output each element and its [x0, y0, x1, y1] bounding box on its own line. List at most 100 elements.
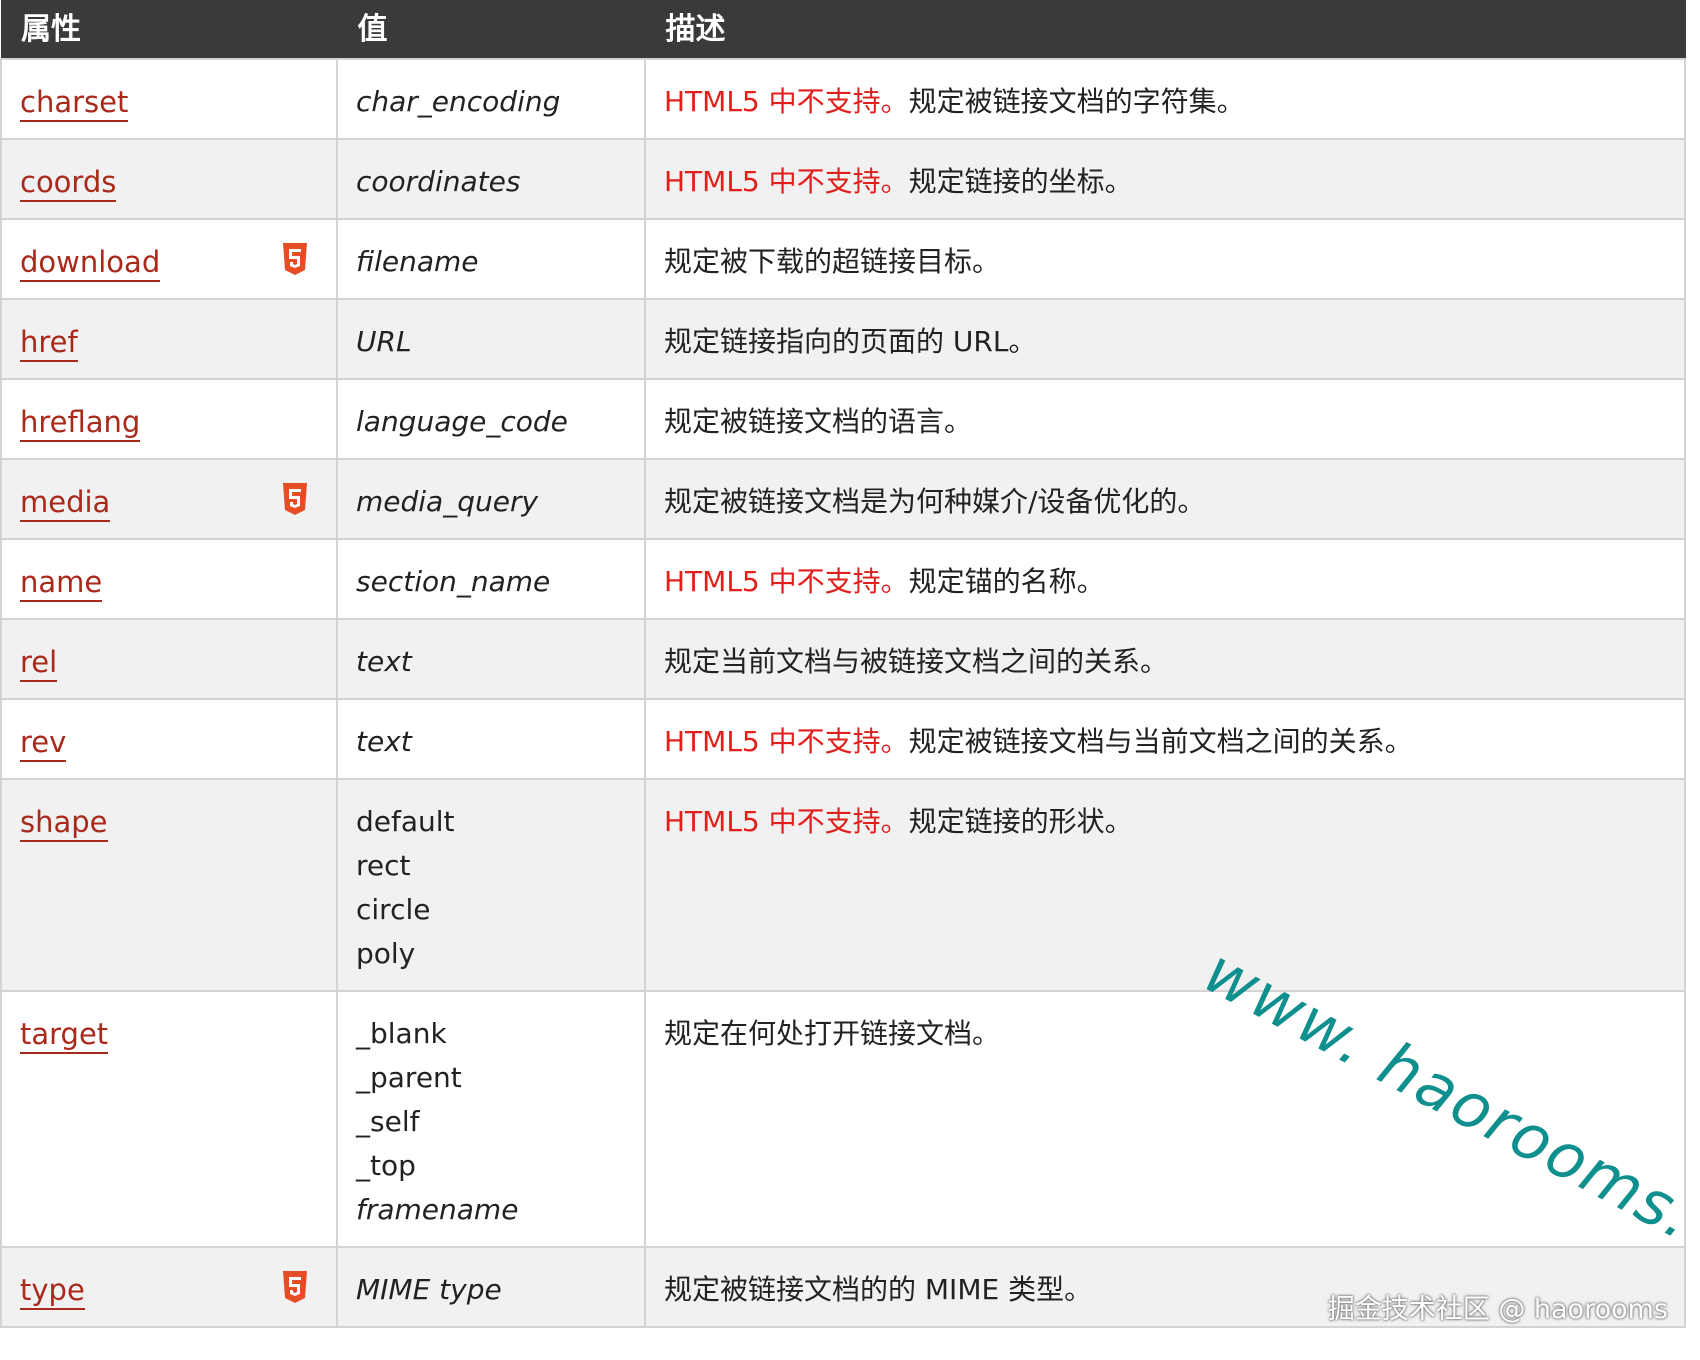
value-text: filename	[356, 245, 479, 278]
attribute-cell: href	[0, 298, 338, 380]
attribute-link-href[interactable]: href	[20, 325, 78, 362]
attribute-cell: rev	[0, 698, 338, 780]
attribute-link-type[interactable]: type	[20, 1273, 85, 1310]
value-text: char_encoding	[356, 85, 561, 118]
attribute-link-coords[interactable]: coords	[20, 165, 117, 202]
header-attribute: 属性	[1, 0, 338, 59]
attribute-cell: download	[0, 218, 338, 300]
attribute-link-rev[interactable]: rev	[20, 725, 67, 762]
value-cell: language_code	[336, 378, 646, 460]
description-cell: 规定链接指向的页面的 URL。	[644, 298, 1686, 380]
unsupported-note: HTML5 中不支持。	[664, 805, 909, 838]
table-row: shape default rect circle poly HTML5 中不支持。规定链…	[0, 778, 1686, 992]
attribute-cell: target	[0, 990, 338, 1248]
attribute-cell: rel	[0, 618, 338, 700]
attribute-cell: charset	[0, 58, 338, 140]
description-text: 规定被下载的超链接目标。	[664, 245, 1001, 278]
description-text: 规定锚的名称。	[908, 565, 1105, 598]
value-cell: filename	[336, 218, 646, 300]
attribute-cell: media	[0, 458, 338, 540]
header-value: 值	[337, 0, 646, 59]
value-list-item: _self	[356, 1105, 420, 1138]
value-text: text	[356, 725, 412, 758]
description-cell: HTML5 中不支持。规定锚的名称。	[644, 538, 1686, 620]
value-list-item: poly	[356, 937, 416, 970]
value-list-item: _parent	[356, 1061, 462, 1094]
html5-icon	[283, 483, 307, 515]
description-text: 规定当前文档与被链接文档之间的关系。	[664, 645, 1169, 678]
unsupported-note: HTML5 中不支持。	[664, 85, 909, 118]
description-text: 规定链接的坐标。	[908, 165, 1133, 198]
value-list: _blank _parent _self _top framename	[356, 1012, 644, 1232]
value-list-item: _blank	[356, 1017, 447, 1050]
description-text: 规定被链接文档的字符集。	[908, 85, 1245, 118]
value-cell: URL	[336, 298, 646, 380]
attribute-cell: type	[0, 1246, 338, 1328]
attribute-link-target[interactable]: target	[20, 1017, 109, 1054]
attribute-link-charset[interactable]: charset	[20, 85, 129, 122]
value-text: text	[356, 645, 412, 678]
unsupported-note: HTML5 中不支持。	[664, 725, 909, 758]
html5-icon	[283, 1271, 307, 1303]
value-cell: MIME type	[336, 1246, 646, 1328]
attribute-cell: shape	[0, 778, 338, 992]
table-row: hreflang language_code 规定被链接文档的语言。	[0, 378, 1686, 460]
description-text: 规定链接指向的页面的 URL。	[664, 325, 1037, 358]
description-cell: HTML5 中不支持。规定链接的形状。	[644, 778, 1686, 992]
value-cell: text	[336, 618, 646, 700]
table-row: rel text 规定当前文档与被链接文档之间的关系。	[0, 618, 1686, 700]
page: 属性 值 描述 charset char_encoding HTML5 中不支持。规…	[0, 0, 1700, 1360]
value-text: MIME type	[356, 1273, 502, 1306]
table-header-row: 属性 值 描述	[1, 0, 1686, 59]
attribute-cell: hreflang	[0, 378, 338, 460]
attribute-link-shape[interactable]: shape	[20, 805, 108, 842]
value-list-item: _top	[356, 1149, 416, 1182]
attribute-link-name[interactable]: name	[20, 565, 103, 602]
value-cell: char_encoding	[336, 58, 646, 140]
attribute-link-rel[interactable]: rel	[20, 645, 58, 682]
value-list-item: default	[356, 805, 455, 838]
value-text: URL	[356, 325, 412, 358]
unsupported-note: HTML5 中不支持。	[664, 565, 909, 598]
table-row: coords coordinates HTML5 中不支持。规定链接的坐标。	[0, 138, 1686, 220]
attribute-cell: name	[0, 538, 338, 620]
header-description: 描述	[645, 0, 1686, 59]
table-row: charset char_encoding HTML5 中不支持。规定被链接文档的字…	[0, 58, 1686, 140]
value-text: language_code	[356, 405, 568, 438]
description-cell: 规定被链接文档的语言。	[644, 378, 1686, 460]
value-cell: _blank _parent _self _top framename	[336, 990, 646, 1248]
table-row: href URL 规定链接指向的页面的 URL。	[0, 298, 1686, 380]
value-list-item: rect	[356, 849, 411, 882]
description-cell: 规定当前文档与被链接文档之间的关系。	[644, 618, 1686, 700]
table-row: media media_query 规定被链接文档是为何种媒介/设备优化的。	[0, 458, 1686, 540]
value-text: media_query	[356, 485, 539, 518]
html5-icon	[283, 243, 307, 275]
description-text: 规定被链接文档是为何种媒介/设备优化的。	[664, 485, 1206, 518]
table-body: charset char_encoding HTML5 中不支持。规定被链接文档的字…	[0, 58, 1686, 1328]
value-list-item: framename	[356, 1193, 519, 1226]
attribute-link-media[interactable]: media	[20, 485, 111, 522]
value-list: default rect circle poly	[356, 800, 644, 976]
value-cell: media_query	[336, 458, 646, 540]
attribute-link-download[interactable]: download	[20, 245, 161, 282]
attribute-link-hreflang[interactable]: hreflang	[20, 405, 141, 442]
footer-watermark: 掘金技术社区 @ haorooms	[1327, 1294, 1668, 1325]
unsupported-note: HTML5 中不支持。	[664, 165, 909, 198]
description-text: 规定被链接文档的的 MIME 类型。	[664, 1273, 1093, 1306]
description-text: 规定被链接文档的语言。	[664, 405, 973, 438]
attribute-table: 属性 值 描述 charset char_encoding HTML5 中不支持。规…	[0, 0, 1686, 1328]
description-cell: HTML5 中不支持。规定被链接文档与当前文档之间的关系。	[644, 698, 1686, 780]
value-cell: text	[336, 698, 646, 780]
description-text: 规定链接的形状。	[908, 805, 1133, 838]
description-cell: 规定被下载的超链接目标。	[644, 218, 1686, 300]
value-text: coordinates	[356, 165, 521, 198]
attribute-cell: coords	[0, 138, 338, 220]
value-cell: default rect circle poly	[336, 778, 646, 992]
table-row: name section_name HTML5 中不支持。规定锚的名称。	[0, 538, 1686, 620]
description-text: 规定被链接文档与当前文档之间的关系。	[908, 725, 1413, 758]
description-cell: HTML5 中不支持。规定链接的坐标。	[644, 138, 1686, 220]
description-text: 规定在何处打开链接文档。	[664, 1017, 1001, 1050]
value-text: section_name	[356, 565, 551, 598]
description-cell: 规定被链接文档是为何种媒介/设备优化的。	[644, 458, 1686, 540]
value-cell: coordinates	[336, 138, 646, 220]
